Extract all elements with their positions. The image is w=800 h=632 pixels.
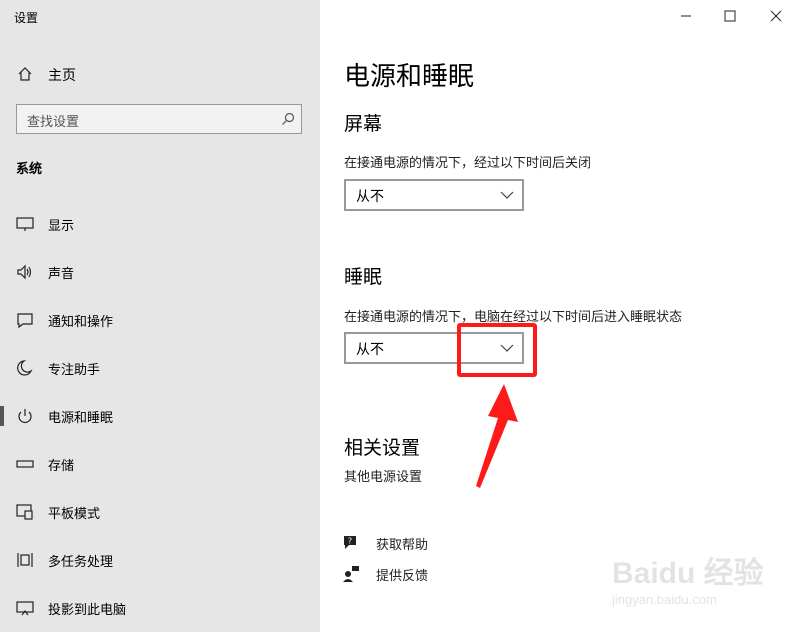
sidebar-item-focus-assist[interactable]: 专注助手	[0, 346, 320, 390]
dropdown-value: 从不	[356, 189, 384, 205]
screen-heading: 屏幕	[344, 113, 383, 135]
search-icon	[282, 112, 295, 125]
sidebar-item-power-sleep[interactable]: 电源和睡眠	[0, 394, 320, 438]
sleep-heading: 睡眠	[344, 266, 383, 288]
feedback-link[interactable]: 提供反馈	[342, 563, 542, 587]
watermark-logo: Baidu 经验	[612, 557, 764, 590]
additional-power-settings-link[interactable]: 其他电源设置	[344, 466, 422, 485]
sidebar-item-notifications[interactable]: 通知和操作	[0, 298, 320, 342]
dropdown-value: 从不	[356, 342, 384, 358]
help-icon: ?	[344, 536, 356, 549]
related-settings-heading: 相关设置	[344, 437, 421, 459]
monitor-icon	[16, 217, 34, 231]
watermark-url: jingyan.baidu.com	[612, 592, 717, 607]
project-icon	[16, 601, 34, 616]
search-placeholder: 查找设置	[27, 115, 80, 130]
sidebar: 设置 主页 查找设置 系统 显示 声音 通知和操作 专注助手 电源和睡眠 存储 …	[0, 0, 320, 632]
moon-icon	[17, 360, 33, 376]
section-label: 系统	[16, 162, 43, 177]
minimize-button[interactable]	[676, 6, 696, 26]
sidebar-item-label: 存储	[48, 459, 75, 474]
sidebar-item-storage[interactable]: 存储	[0, 442, 320, 486]
tablet-icon	[16, 504, 33, 520]
sidebar-item-label: 主页	[48, 68, 76, 84]
search-input[interactable]: 查找设置	[16, 104, 302, 134]
red-highlight-box	[457, 323, 537, 377]
sidebar-item-home[interactable]: 主页	[0, 56, 320, 92]
sidebar-item-display[interactable]: 显示	[0, 202, 320, 246]
power-icon	[18, 409, 32, 423]
storage-icon	[16, 460, 34, 468]
multitask-icon	[17, 553, 33, 567]
speaker-icon	[17, 264, 32, 280]
notification-icon	[17, 313, 33, 328]
sidebar-item-label: 平板模式	[48, 507, 101, 522]
svg-text:?: ?	[348, 537, 352, 546]
get-help-label: 获取帮助	[376, 538, 429, 553]
maximize-button[interactable]	[720, 6, 740, 26]
sidebar-item-tablet-mode[interactable]: 平板模式	[0, 490, 320, 534]
sidebar-item-project[interactable]: 投影到此电脑	[0, 586, 320, 630]
sidebar-item-label: 声音	[48, 267, 75, 282]
page-title: 电源和睡眠	[344, 62, 475, 92]
close-button[interactable]	[766, 6, 786, 26]
screen-timeout-dropdown[interactable]: 从不	[344, 179, 524, 211]
sidebar-item-label: 通知和操作	[48, 315, 114, 330]
sidebar-item-label: 电源和睡眠	[48, 411, 114, 426]
baidu-watermark: Baidu 经验 jingyan.baidu.com	[612, 548, 782, 614]
chevron-down-icon	[500, 191, 514, 199]
main-pane: 电源和睡眠 屏幕 在接通电源的情况下，经过以下时间后关闭 从不 睡眠 在接通电源…	[320, 0, 800, 632]
app-title: 设置	[14, 11, 39, 25]
sidebar-item-label: 多任务处理	[48, 555, 114, 570]
sidebar-item-sound[interactable]: 声音	[0, 250, 320, 294]
sidebar-item-label: 显示	[48, 219, 75, 234]
home-icon	[18, 67, 32, 81]
red-arrow	[476, 384, 518, 488]
sidebar-item-multitasking[interactable]: 多任务处理	[0, 538, 320, 582]
feedback-label: 提供反馈	[376, 569, 429, 584]
sidebar-item-label: 专注助手	[48, 363, 101, 378]
sidebar-item-label: 投影到此电脑	[48, 603, 127, 618]
get-help-link[interactable]: ? 获取帮助	[342, 532, 542, 556]
screen-description: 在接通电源的情况下，经过以下时间后关闭	[344, 156, 592, 171]
feedback-icon	[343, 566, 359, 582]
